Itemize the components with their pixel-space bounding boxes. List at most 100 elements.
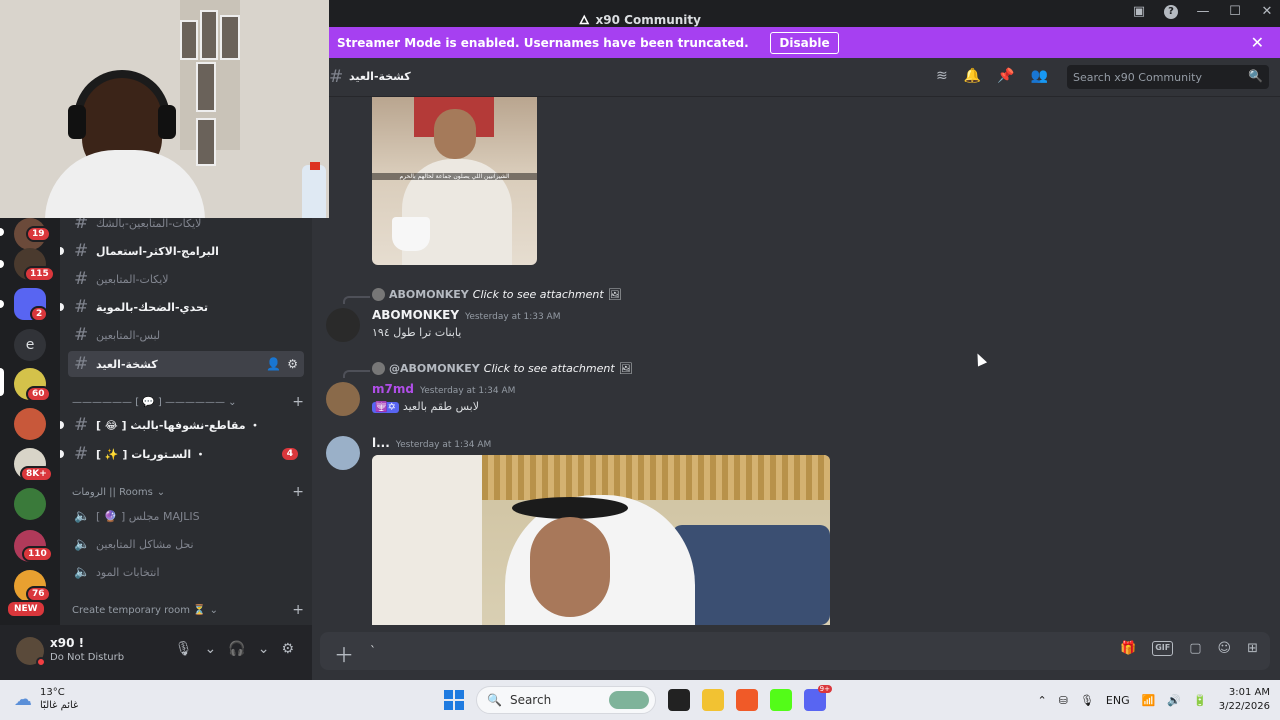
unread-pill	[0, 300, 4, 308]
channel-sidebar: # لايكات-المتابعين-بالشك # البرامج-الاكث…	[60, 213, 312, 625]
volume-icon[interactable]: 🔊	[1167, 694, 1181, 707]
sticker-icon[interactable]: ▢	[1189, 641, 1201, 656]
unread-dot	[60, 450, 64, 458]
image-icon: 🖼	[607, 287, 622, 301]
reply-reference[interactable]: @ABOMONKEY Click to see attachment 🖼	[372, 360, 633, 376]
avatar[interactable]	[326, 382, 360, 416]
message-input[interactable]	[370, 632, 1090, 670]
terminal-app-icon[interactable]	[668, 689, 690, 711]
channel-item[interactable]: # لبس-المتابعين	[68, 322, 304, 348]
channel-item[interactable]: # لايكات-المتابعين	[68, 266, 304, 292]
search-box[interactable]: 🔍	[1067, 65, 1269, 89]
hash-icon: #	[74, 241, 89, 261]
headphones-icon[interactable]: 🎧	[228, 641, 245, 657]
server-badge: 19	[26, 226, 51, 242]
server-rail: 19 115 2 e 60 8K+ 110 76 NEW	[0, 218, 60, 625]
user-panel: x90 ! Do Not Disturb 🎙 ⌄ 🎧 ⌄ ⚙	[0, 625, 312, 680]
add-channel-icon[interactable]: +	[292, 602, 304, 618]
chat-header: # كشخة-العيد ≋ 🔔 📌 👥 🔍	[329, 58, 1280, 97]
gear-icon[interactable]: ⚙	[281, 641, 294, 657]
create-invite-icon[interactable]: 👤	[266, 357, 281, 371]
threads-icon[interactable]: ≋	[936, 68, 948, 84]
hash-icon: #	[74, 354, 89, 374]
unread-pill	[0, 228, 4, 236]
message-author[interactable]: m7md Yesterday at 1:34 AM	[372, 382, 515, 396]
microphone-icon[interactable]: 🎙	[175, 641, 193, 657]
kick-app-icon[interactable]	[770, 689, 792, 711]
wifi-icon[interactable]: 📶	[1142, 694, 1156, 707]
create-temp-room[interactable]: Create temporary room ⏳ ⌄ +	[72, 601, 304, 619]
file-explorer-icon[interactable]	[702, 689, 724, 711]
channel-item[interactable]: # تحدي-الضحك-بالموية	[60, 294, 304, 320]
server-icon[interactable]	[14, 408, 46, 440]
apps-icon[interactable]: ⊞	[1247, 641, 1258, 656]
channel-item-active[interactable]: # كشخة-العيد 👤 ⚙	[68, 351, 304, 377]
channel-name: لايكات-المتابعين	[96, 272, 169, 286]
close-icon[interactable]: ✕	[1251, 33, 1264, 52]
brave-browser-icon[interactable]	[736, 689, 758, 711]
gif-icon[interactable]: GIF	[1152, 641, 1174, 656]
clock[interactable]: 3:01 AM 3/22/2026	[1219, 686, 1270, 714]
search-icon: 🔍	[1248, 69, 1263, 83]
server-icon[interactable]	[14, 488, 46, 520]
selected-pill	[0, 368, 4, 396]
inbox-icon[interactable]: ▣	[1132, 4, 1146, 19]
channel-name: لايكات-المتابعين-بالشك	[96, 216, 202, 230]
channel-name: كشخة-العيد	[96, 357, 158, 371]
streamer-mode-message: Streamer Mode is enabled. Usernames have…	[337, 35, 749, 50]
network-icon[interactable]: ⛁	[1059, 694, 1068, 707]
help-icon[interactable]: ?	[1164, 4, 1178, 19]
username[interactable]: x90 !	[50, 636, 84, 650]
channel-item[interactable]: # البرامج-الاكثر-استعمال	[60, 238, 304, 264]
bell-icon[interactable]: 🔔	[964, 68, 981, 84]
channel-name: [ ✨ ] السـتوريات ・	[96, 448, 206, 461]
hash-icon: #	[74, 444, 89, 464]
voice-channel[interactable]: 🔈 [ 🔮 ] مجلس MAJLIS	[68, 503, 304, 529]
channel-item[interactable]: # [ ✨ ] السـتوريات ・ 4	[60, 441, 304, 467]
hash-icon: #	[74, 415, 89, 435]
category-header[interactable]: —————— [ 💬 ] —————— ⌄ +	[72, 393, 304, 411]
image-attachment[interactable]: الشيرانيين اللي يصلون جماعة لحالهم بالحر…	[372, 97, 537, 265]
minimize-button[interactable]: —	[1196, 4, 1210, 19]
add-channel-icon[interactable]: +	[292, 394, 304, 410]
chevron-down-icon[interactable]: ⌄	[258, 641, 270, 657]
dnd-status-icon	[36, 657, 46, 667]
image-attachment[interactable]	[372, 455, 830, 625]
pin-icon[interactable]: 📌	[997, 68, 1014, 84]
add-channel-icon[interactable]: +	[292, 484, 304, 500]
add-attachment-icon[interactable]: ＋	[334, 639, 354, 668]
channel-item[interactable]: # [ 😂 ] مقاطع-نشوفها-بالبث ・	[60, 412, 304, 438]
gear-icon[interactable]: ⚙	[287, 357, 298, 371]
emoji-icon[interactable]: ☺	[1218, 641, 1232, 656]
battery-icon[interactable]: 🔋	[1193, 694, 1207, 707]
chevron-up-icon[interactable]: ⌃	[1038, 694, 1047, 707]
start-button[interactable]	[444, 690, 464, 710]
close-window-button[interactable]: ✕	[1260, 4, 1274, 19]
weather-widget[interactable]: ☁ 13°C غائم غالبًا	[14, 686, 78, 712]
cloud-icon: ☁	[14, 688, 32, 710]
taskbar-search[interactable]: 🔍 Search	[476, 686, 656, 714]
voice-channel-name: نحل مشاكل المتابعين	[96, 537, 194, 551]
category-rooms[interactable]: الرومات || Rooms ⌄ +	[72, 483, 304, 501]
avatar[interactable]	[326, 436, 360, 470]
microphone-icon[interactable]: 🎙	[1080, 694, 1094, 707]
members-icon[interactable]: 👥	[1031, 68, 1048, 84]
language-indicator[interactable]: ENG	[1106, 694, 1130, 707]
gift-icon[interactable]: 🎁	[1120, 641, 1136, 656]
unread-dot	[60, 247, 64, 255]
voice-channel[interactable]: 🔈 نحل مشاكل المتابعين	[68, 531, 304, 557]
avatar[interactable]	[326, 308, 360, 342]
message-author[interactable]: l... Yesterday at 1:34 AM	[372, 436, 491, 450]
reply-reference[interactable]: ABOMONKEY Click to see attachment 🖼	[372, 286, 622, 302]
message-content: يابنات ترا طول ١٩٤	[372, 326, 462, 339]
search-input[interactable]	[1067, 65, 1269, 89]
message-author[interactable]: ABOMONKEY Yesterday at 1:33 AM	[372, 308, 560, 322]
server-icon[interactable]: e	[14, 329, 46, 361]
speaker-icon: 🔈	[74, 564, 91, 580]
voice-channel[interactable]: 🔈 انتخابات المود	[68, 559, 304, 585]
message-list: الشيرانيين اللي يصلون جماعة لحالهم بالحر…	[318, 97, 1280, 625]
chevron-down-icon[interactable]: ⌄	[205, 641, 217, 657]
channel-name: لبس-المتابعين	[96, 328, 161, 342]
maximize-button[interactable]: ☐	[1228, 4, 1242, 19]
discord-app-icon[interactable]: 9+	[804, 685, 832, 711]
